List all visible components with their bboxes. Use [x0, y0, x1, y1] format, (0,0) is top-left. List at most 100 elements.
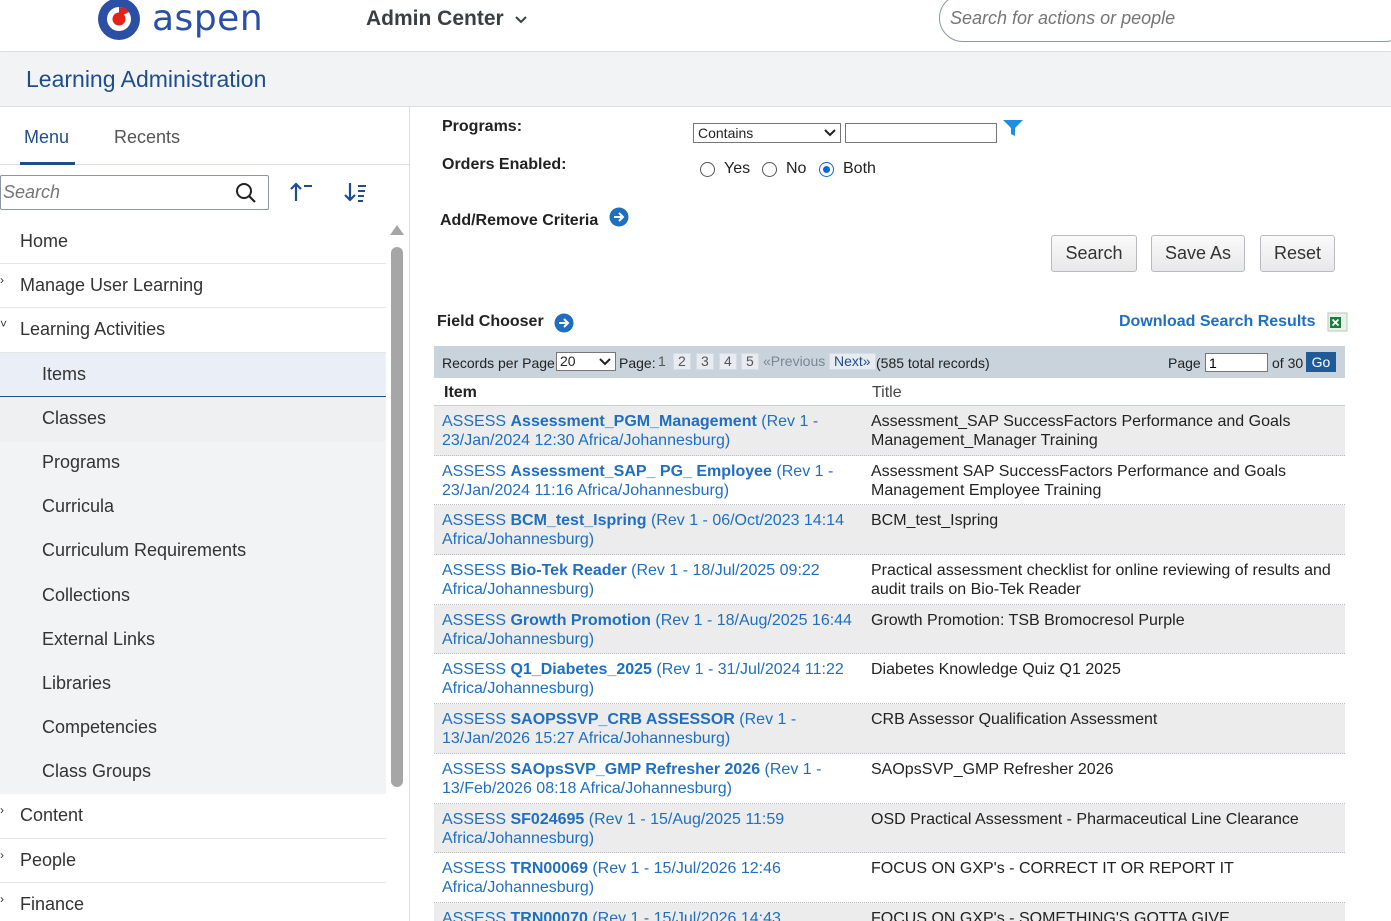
filter-icon[interactable]: [1002, 119, 1024, 137]
chevron-down-icon: [514, 16, 527, 24]
caret-right-icon: ›: [0, 273, 4, 288]
sidebar-item-programs[interactable]: Programs: [0, 440, 386, 486]
item-id: Assessment_SAP_ PG_ Employee: [510, 462, 772, 480]
item-link[interactable]: ASSESS BCM_test_Ispring (Rev 1 - 06/Oct/…: [442, 511, 852, 549]
sidebar-item-label: Competencies: [42, 717, 158, 738]
programs-operator-select[interactable]: Contains: [693, 123, 841, 143]
sidebar-item-items[interactable]: Items: [0, 352, 386, 397]
sidebar-item-class-groups[interactable]: Class Groups: [0, 750, 386, 795]
table-row: ASSESS BCM_test_Ispring (Rev 1 - 06/Oct/…: [434, 505, 1345, 556]
orders-radio-both[interactable]: Both: [819, 160, 876, 178]
next-page-link[interactable]: Next»: [829, 353, 876, 370]
item-link[interactable]: ASSESS Q1_Diabetes_2025 (Rev 1 - 31/Jul/…: [442, 660, 852, 698]
field-chooser-label[interactable]: Field Chooser: [437, 313, 544, 331]
column-header-title[interactable]: Title: [872, 384, 902, 402]
table-row: ASSESS Q1_Diabetes_2025 (Rev 1 - 31/Jul/…: [434, 654, 1345, 705]
sidebar-item-content[interactable]: › Content: [0, 794, 386, 839]
radio-button-selected: [819, 161, 834, 177]
sidebar-item-label: People: [20, 849, 77, 870]
sidebar-item-external-links[interactable]: External Links: [0, 617, 386, 662]
reset-button[interactable]: Reset: [1260, 235, 1335, 272]
column-header-item[interactable]: Item: [444, 384, 477, 402]
item-link[interactable]: ASSESS Assessment_PGM_Management (Rev 1 …: [442, 412, 852, 450]
save-as-button[interactable]: Save As: [1151, 235, 1245, 272]
sidebar-item-curricula[interactable]: Curricula: [0, 485, 386, 530]
item-id: Growth Promotion: [510, 611, 651, 629]
page-link-1[interactable]: 1: [653, 353, 671, 370]
tab-recents[interactable]: Recents: [114, 127, 180, 148]
total-records: (585 total records): [876, 355, 990, 371]
admin-center-menu[interactable]: Admin Center: [366, 7, 528, 31]
excel-icon[interactable]: [1327, 311, 1349, 333]
go-button[interactable]: Go: [1306, 352, 1336, 372]
sidebar-item-home[interactable]: Home: [0, 220, 386, 265]
sort-ascending-icon[interactable]: [289, 181, 315, 203]
table-row: ASSESS SF024695 (Rev 1 - 15/Aug/2025 11:…: [434, 803, 1345, 854]
section-bar: Learning Administration: [0, 53, 1391, 107]
item-type: ASSESS: [442, 413, 507, 430]
table-row: ASSESS Growth Promotion (Rev 1 - 18/Aug/…: [434, 604, 1345, 655]
previous-page-link[interactable]: «Previous: [758, 353, 830, 370]
download-search-results-link[interactable]: Download Search Results: [1119, 313, 1316, 331]
table-row: ASSESS Bio-Tek Reader (Rev 1 - 18/Jul/20…: [434, 555, 1345, 605]
sidebar-item-label: Content: [20, 805, 84, 826]
item-link[interactable]: ASSESS Growth Promotion (Rev 1 - 18/Aug/…: [442, 611, 852, 649]
item-title: SAOpsSVP_GMP Refresher 2026: [871, 760, 1114, 778]
aspen-logo[interactable]: aspen: [96, 0, 263, 42]
sidebar-item-learning-activities[interactable]: ˅ Learning Activities: [0, 308, 386, 353]
item-link[interactable]: ASSESS Assessment_SAP_ PG_ Employee (Rev…: [442, 462, 852, 500]
item-type: ASSESS: [442, 810, 507, 828]
search-icon[interactable]: [235, 182, 257, 204]
item-link[interactable]: ASSESS TRN00070 (Rev 1 - 15/Jul/2026 14:…: [442, 909, 852, 921]
sidebar-item-collections[interactable]: Collections: [0, 573, 386, 618]
programs-input[interactable]: [845, 123, 997, 143]
sidebar-item-finance[interactable]: › Finance: [0, 883, 386, 921]
table-row: ASSESS TRN00070 (Rev 1 - 15/Jul/2026 14:…: [434, 902, 1345, 921]
arrow-right-circle-icon[interactable]: [554, 313, 574, 333]
admin-center-label: Admin Center: [366, 7, 504, 30]
search-button[interactable]: Search: [1051, 235, 1137, 272]
scroll-thumb[interactable]: [391, 247, 403, 787]
programs-operator-value: Contains: [698, 125, 754, 141]
orders-radio-yes[interactable]: Yes: [700, 160, 750, 178]
sidebar-item-classes[interactable]: Classes: [0, 396, 386, 441]
sort-descending-icon[interactable]: [343, 181, 369, 203]
table-body: ASSESS Assessment_PGM_Management (Rev 1 …: [434, 406, 1345, 921]
page-link-2[interactable]: 2: [673, 353, 691, 370]
programs-label: Programs:: [442, 118, 523, 135]
scroll-up-arrow-icon[interactable]: [390, 225, 404, 235]
sidebar-item-manage-user-learning[interactable]: › Manage User Learning: [0, 264, 386, 309]
sidebar-scrollbar[interactable]: [389, 225, 405, 921]
item-type: ASSESS: [442, 711, 507, 729]
item-link[interactable]: ASSESS SAOPSSVP_CRB ASSESSOR (Rev 1 - 13…: [442, 710, 852, 748]
tab-menu[interactable]: Menu: [24, 127, 69, 148]
sidebar-item-curriculum-requirements[interactable]: Curriculum Requirements: [0, 529, 386, 574]
page-number-input[interactable]: [1205, 353, 1268, 372]
sidebar-item-label: Curricula: [42, 496, 115, 517]
sidebar-item-people[interactable]: › People: [0, 839, 386, 883]
page-link-3[interactable]: 3: [696, 353, 714, 370]
item-link[interactable]: ASSESS SAOpsSVP_GMP Refresher 2026 (Rev …: [442, 760, 852, 798]
global-search-input[interactable]: [939, 0, 1391, 42]
item-type: ASSESS: [442, 512, 507, 530]
orders-radio-no[interactable]: No: [762, 160, 806, 178]
sidebar-search-input[interactable]: [3, 178, 223, 207]
sidebar-item-label: External Links: [42, 628, 156, 649]
sidebar-item-competencies[interactable]: Competencies: [0, 706, 386, 751]
logo-text: aspen: [152, 0, 264, 39]
item-title: Growth Promotion: TSB Bromocresol Purple: [871, 611, 1185, 629]
add-remove-criteria-label[interactable]: Add/Remove Criteria: [440, 212, 598, 230]
page-link-4[interactable]: 4: [719, 353, 737, 370]
item-link[interactable]: ASSESS SF024695 (Rev 1 - 15/Aug/2025 11:…: [442, 810, 852, 848]
sidebar-item-label: Collections: [42, 584, 131, 605]
records-per-page-select[interactable]: 20: [556, 352, 616, 371]
arrow-right-circle-icon[interactable]: [609, 207, 629, 227]
item-type: ASSESS: [442, 909, 507, 921]
page-link-5[interactable]: 5: [741, 353, 759, 370]
item-link[interactable]: ASSESS TRN00069 (Rev 1 - 15/Jul/2026 12:…: [442, 859, 852, 897]
sidebar-item-label: Learning Activities: [20, 319, 166, 340]
sidebar-item-libraries[interactable]: Libraries: [0, 661, 386, 707]
item-type: ASSESS: [442, 611, 507, 629]
sidebar-item-label: Items: [42, 363, 87, 384]
item-link[interactable]: ASSESS Bio-Tek Reader (Rev 1 - 18/Jul/20…: [442, 561, 852, 599]
